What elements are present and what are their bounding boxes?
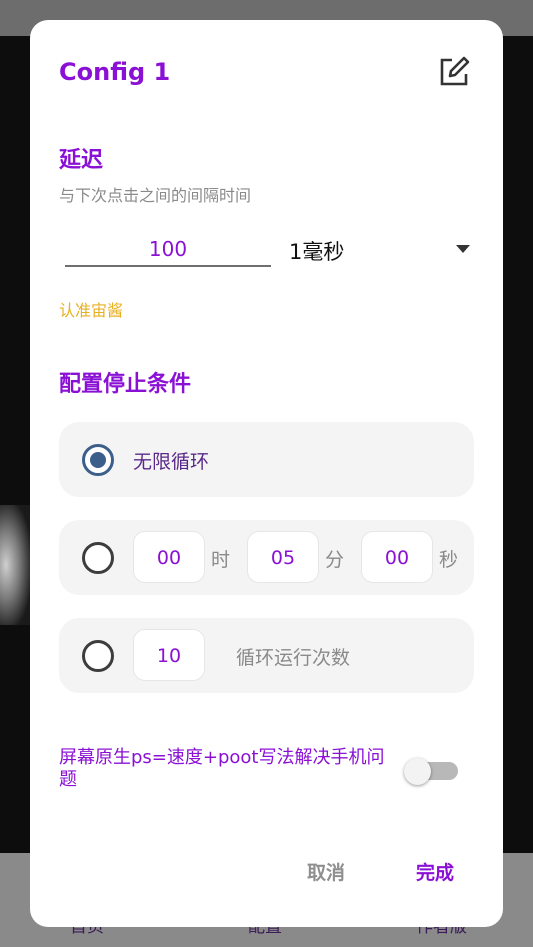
done-button[interactable]: 完成 — [416, 858, 454, 885]
delay-section-title: 延迟 — [59, 148, 104, 173]
native-ps-toggle[interactable] — [404, 758, 458, 785]
option-loop-count[interactable]: 10 循环运行次数 — [59, 618, 474, 693]
hours-unit-label: 时 — [211, 549, 231, 571]
loop-count-label: 循环运行次数 — [236, 647, 351, 669]
cancel-button[interactable]: 取消 — [307, 858, 345, 885]
minutes-input[interactable]: 05 — [247, 531, 319, 583]
stop-conditions-title: 配置停止条件 — [59, 372, 192, 397]
radio-loop-count[interactable] — [82, 640, 114, 672]
toggle-thumb — [404, 758, 431, 785]
delay-input[interactable] — [65, 233, 271, 267]
background-image — [0, 505, 30, 625]
radio-timer[interactable] — [82, 542, 114, 574]
toggle-description: 屏幕原生ps=速度+poot写法解决手机问题 — [59, 747, 385, 790]
radio-infinite[interactable] — [82, 444, 114, 476]
option-timer[interactable]: 00 时 05 分 00 秒 — [59, 520, 474, 595]
edit-icon[interactable] — [438, 56, 470, 88]
dialog-title: Config 1 — [59, 58, 171, 86]
delay-unit-value: 1毫秒 — [289, 240, 345, 264]
option-infinite-loop[interactable]: 无限循环 — [59, 422, 474, 497]
delay-subtitle: 与下次点击之间的间隔时间 — [59, 186, 252, 205]
delay-unit-select[interactable]: 1毫秒 — [289, 233, 474, 267]
config-dialog: Config 1 延迟 与下次点击之间的间隔时间 1毫秒 认准宙酱 配置停止条件… — [30, 20, 503, 927]
seconds-input[interactable]: 00 — [361, 531, 433, 583]
hint-text: 认准宙酱 — [59, 301, 124, 320]
loop-count-input[interactable]: 10 — [133, 629, 205, 681]
dropdown-arrow-icon — [456, 245, 470, 253]
minutes-unit-label: 分 — [325, 549, 345, 571]
hours-input[interactable]: 00 — [133, 531, 205, 583]
seconds-unit-label: 秒 — [439, 549, 459, 571]
infinite-loop-label: 无限循环 — [133, 451, 210, 473]
